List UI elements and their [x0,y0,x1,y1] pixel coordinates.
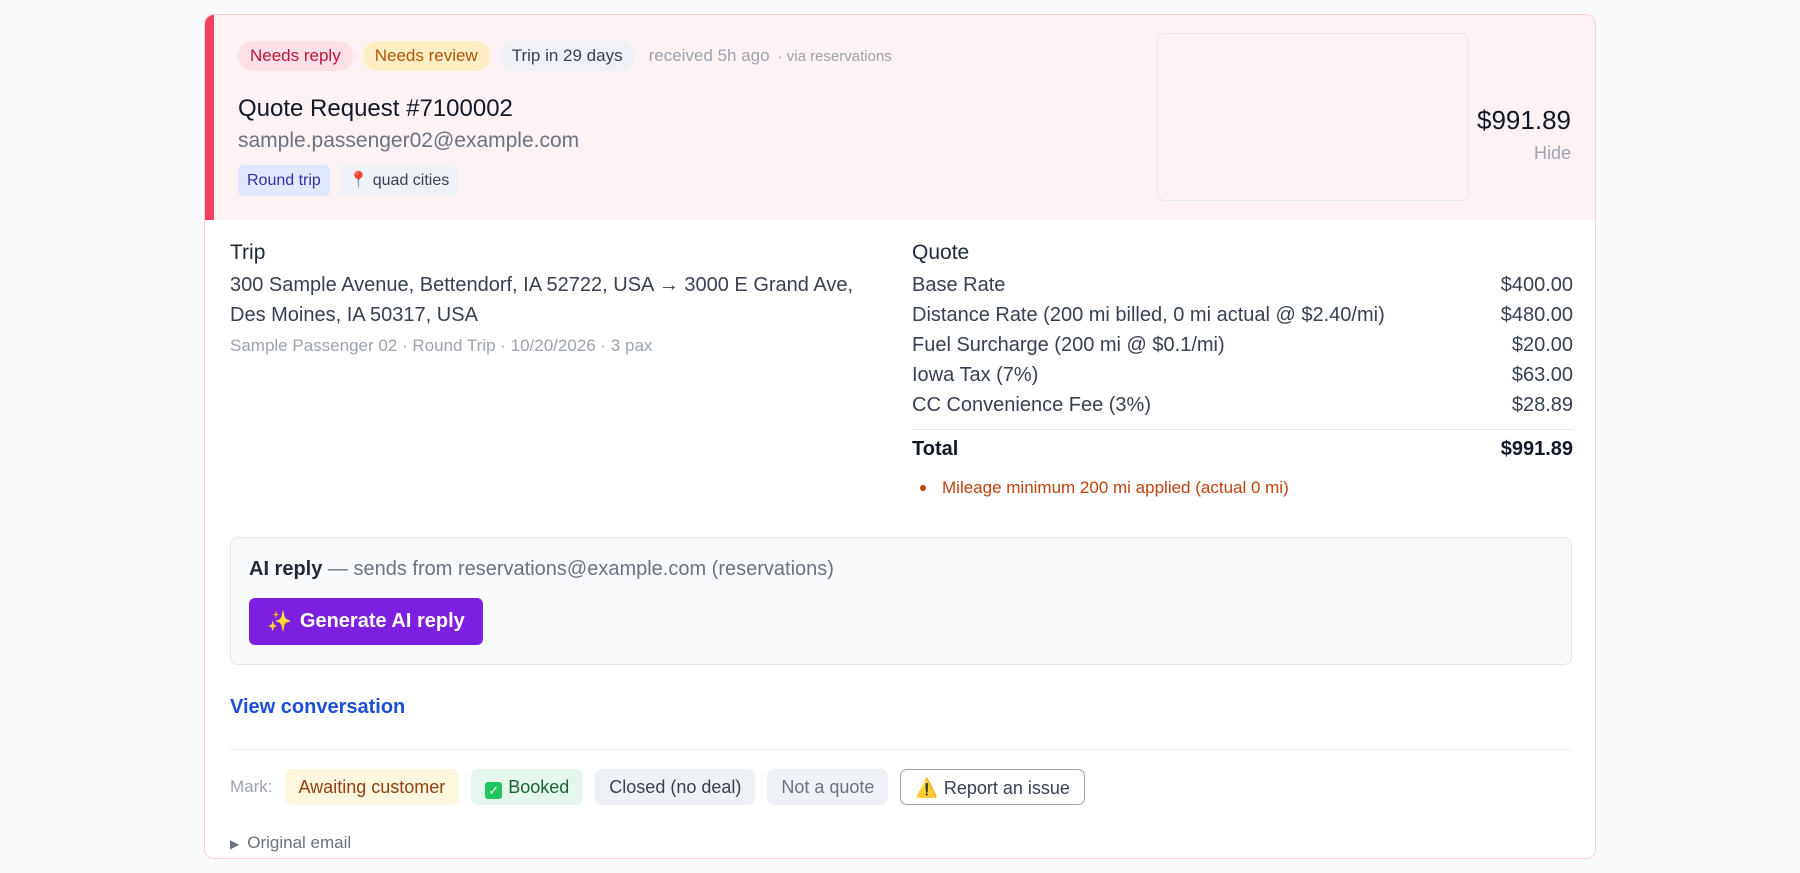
trip-tags: Round trip 📍 quad cities [238,165,459,196]
quote-line-amount: $63.00 [1511,364,1573,386]
ai-reply-sender: — sends from reservations@example.com (r… [322,558,834,580]
original-email-toggle[interactable]: ▶ Original email [230,833,351,853]
quote-line-amount: $20.00 [1511,334,1573,356]
quote-line-amount: $28.89 [1511,394,1573,416]
bullet-icon [920,485,926,491]
ai-reply-title: AI reply [249,558,323,580]
quote-line-amount: $400.00 [1500,274,1573,296]
trip-section-title: Trip [230,241,266,264]
quote-total-amount: $991.89 [1500,438,1573,460]
hide-link[interactable]: Hide [1534,143,1571,164]
needs-review-badge: Needs review [362,41,490,71]
needs-reply-badge: Needs reply [238,41,353,71]
trip-countdown-badge: Trip in 29 days [499,41,635,71]
location-tag-label: quad cities [372,172,450,189]
quote-line: Distance Rate (200 mi billed, 0 mi actua… [912,300,1573,330]
quote-line: Iowa Tax (7%) $63.00 [912,360,1573,390]
round-trip-tag: Round trip [238,165,330,196]
view-conversation-link[interactable]: View conversation [230,696,405,719]
awaiting-customer-button[interactable]: Awaiting customer [284,769,460,805]
quote-card: Needs reply Needs review Trip in 29 days… [204,14,1596,859]
generate-ai-reply-label: Generate AI reply [299,610,465,632]
quote-title: Quote Request #7100002 [238,95,513,122]
report-issue-label: Report an issue [943,778,1070,798]
via-source: · via reservations [777,47,892,65]
quote-line-label: CC Convenience Fee (3%) [912,394,1151,416]
header-price: $991.89 [1477,105,1571,135]
location-tag: 📍 quad cities [339,165,459,196]
ai-reply-panel: AI reply — sends from reservations@examp… [230,537,1572,665]
customer-email: sample.passenger02@example.com [238,129,580,152]
quote-line-label: Base Rate [912,274,1006,296]
pin-icon: 📍 [348,172,369,189]
quote-total-label: Total [912,438,959,460]
report-issue-button[interactable]: ⚠️ Report an issue [900,769,1085,805]
map-placeholder [1157,33,1469,201]
quote-line: CC Convenience Fee (3%) $28.89 [912,390,1573,420]
quote-line-label: Iowa Tax (7%) [912,364,1039,386]
sparkles-icon: ✨ [267,611,292,633]
quote-divider [912,429,1573,430]
check-box-icon: ✓ [485,782,503,799]
warning-icon: ⚠️ [915,778,938,798]
quote-line-amount: $480.00 [1500,304,1573,326]
section-divider [230,749,1572,750]
mark-actions: Mark: Awaiting customer ✓ Booked Closed (… [230,769,1085,805]
quote-header: Needs reply Needs review Trip in 29 days… [205,15,1595,220]
received-time: received 5h ago [648,46,770,65]
original-email-label: Original email [247,833,352,852]
quote-line: Base Rate $400.00 [912,270,1573,300]
generate-ai-reply-button[interactable]: ✨ Generate AI reply [249,598,483,645]
trip-meta: Sample Passenger 02 · Round Trip · 10/20… [230,336,653,355]
quote-section-title: Quote [912,241,970,264]
triangle-right-icon: ▶ [230,837,240,851]
quote-total: Total $991.89 [912,434,1573,464]
mark-label: Mark: [230,777,273,796]
booked-button[interactable]: ✓ Booked [471,769,584,805]
mileage-note: Mileage minimum 200 mi applied (actual 0… [912,476,1573,500]
booked-label: Booked [508,777,570,797]
not-a-quote-button[interactable]: Not a quote [767,769,889,805]
quote-line-label: Fuel Surcharge (200 mi @ $0.1/mi) [912,334,1225,356]
closed-no-deal-button[interactable]: Closed (no deal) [595,769,756,805]
quote-line: Fuel Surcharge (200 mi @ $0.1/mi) $20.00 [912,330,1573,360]
trip-route: 300 Sample Avenue, Bettendorf, IA 52722,… [230,274,854,326]
ai-reply-header: AI reply — sends from reservations@examp… [249,558,834,581]
quote-line-label: Distance Rate (200 mi billed, 0 mi actua… [912,304,1385,326]
status-badges: Needs reply Needs review Trip in 29 days… [238,41,892,71]
mileage-note-text: Mileage minimum 200 mi applied (actual 0… [942,478,1289,497]
quote-breakdown: Base Rate $400.00 Distance Rate (200 mi b… [912,270,1573,500]
